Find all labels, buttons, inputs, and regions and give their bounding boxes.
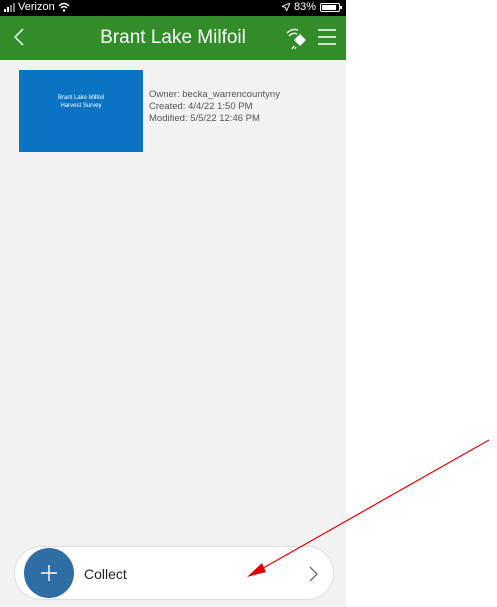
battery-percent: 83% <box>293 1 316 13</box>
thumbnail-title: Brant Lake Milfoil <box>57 95 105 101</box>
collect-button[interactable]: Collect <box>14 546 334 600</box>
gps-signal-icon <box>286 28 306 50</box>
battery-icon <box>320 2 342 12</box>
thumbnail-subtitle: Harvest Survey <box>60 103 102 109</box>
nav-bar: Brant Lake Milfoil <box>0 16 346 60</box>
menu-button[interactable] <box>317 28 337 46</box>
location-arrow-icon <box>281 3 290 11</box>
chevron-left-icon <box>14 28 24 46</box>
status-bar: Verizon 83% <box>0 0 346 16</box>
survey-owner: Owner: becka_warrencountyny <box>149 89 280 100</box>
gps-button[interactable] <box>284 26 308 50</box>
collect-label: Collect <box>84 566 127 582</box>
phone-screen: Verizon 83% Brant Lake Milfoil Brant Lak… <box>0 0 346 607</box>
plus-icon <box>41 565 57 581</box>
survey-thumbnail[interactable]: Brant Lake Milfoil Harvest Survey <box>19 70 143 152</box>
cell-signal-icon <box>4 2 15 12</box>
hamburger-menu-icon <box>318 29 336 45</box>
survey-content: Brant Lake Milfoil Harvest Survey Owner:… <box>0 60 346 607</box>
chevron-right-icon <box>309 566 318 582</box>
wifi-icon <box>58 2 70 12</box>
add-button[interactable] <box>24 548 74 598</box>
status-right: 83% <box>281 1 342 13</box>
survey-created: Created: 4/4/22 1:50 PM <box>149 101 253 112</box>
survey-metadata: Owner: becka_warrencountyny Created: 4/4… <box>149 89 280 125</box>
survey-card[interactable]: Brant Lake Milfoil Harvest Survey Owner:… <box>19 70 319 154</box>
back-button[interactable] <box>10 24 28 50</box>
carrier-label: Verizon <box>18 1 55 13</box>
survey-modified: Modified: 5/5/22 12:46 PM <box>149 113 260 124</box>
page-title: Brant Lake Milfoil <box>100 27 246 48</box>
status-left: Verizon <box>4 1 70 13</box>
